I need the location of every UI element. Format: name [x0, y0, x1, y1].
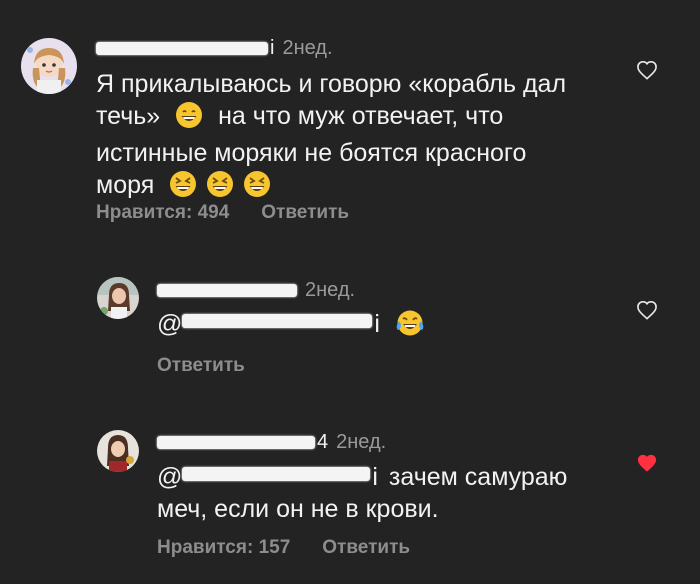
comment-text-fragment: моря	[96, 171, 155, 199]
avatar[interactable]	[21, 38, 77, 94]
redacted-mention[interactable]	[182, 467, 371, 481]
comment-text-line: @ i зачем самураю	[157, 461, 617, 493]
laughing-emoji-icon	[206, 170, 234, 206]
comment-header: 2нед.	[157, 279, 355, 302]
comment-text: @ i зачем самураю меч, если он не в крови…	[157, 461, 617, 525]
comment-text-line: течь» на что муж отвечает, что	[96, 100, 616, 137]
reply-button[interactable]: Ответить	[157, 355, 245, 377]
likes-count[interactable]: Нравится: 157	[157, 537, 290, 559]
comment-header: 4 2нед.	[157, 431, 386, 454]
comment-text-line: Я прикалываюсь и говорю «корабль дал	[96, 70, 567, 98]
comment-actions: Нравится: 157 Ответить	[157, 537, 442, 559]
redacted-mention[interactable]	[182, 314, 373, 328]
avatar[interactable]	[97, 430, 139, 472]
comment-text-line: истинные моряки не боятся красного	[96, 139, 527, 167]
username-tail[interactable]: i	[270, 37, 274, 60]
mention-prefix[interactable]: @	[157, 463, 182, 491]
redacted-username[interactable]	[96, 42, 268, 55]
comment-time: 2нед.	[305, 279, 356, 301]
comment-text-fragment: зачем самураю	[388, 463, 568, 491]
username-tail[interactable]: 4	[317, 431, 328, 454]
comment-text-fragment: на что муж отвечает, что	[218, 102, 504, 130]
comment-text: Я прикалываюсь и говорю «корабль дал теч…	[96, 68, 616, 206]
likes-count[interactable]: Нравится: 494	[96, 202, 229, 224]
comment-actions: Ответить	[157, 355, 277, 377]
comment-time: 2нед.	[336, 431, 387, 453]
comment-header: i 2нед.	[96, 37, 333, 60]
laughing-emoji-icon	[243, 170, 271, 206]
comment-actions: Нравится: 494 Ответить	[96, 202, 381, 224]
reply-button[interactable]: Ответить	[261, 202, 349, 224]
heart-outline-icon[interactable]	[636, 60, 658, 85]
mention-tail[interactable]: i	[372, 463, 378, 491]
reply-button[interactable]: Ответить	[322, 537, 410, 559]
comment-text-line: меч, если он не в крови.	[157, 495, 439, 523]
redacted-username[interactable]	[157, 284, 297, 297]
mention-prefix[interactable]: @	[157, 310, 182, 338]
comment-text-line: моря	[96, 169, 616, 206]
heart-outline-icon[interactable]	[636, 300, 658, 325]
comment-time: 2нед.	[282, 37, 333, 59]
mention-tail[interactable]: i	[374, 310, 380, 338]
comment-text: @ i	[157, 308, 617, 345]
laughing-emoji-icon	[169, 170, 197, 206]
heart-filled-icon[interactable]	[636, 453, 658, 478]
grin-emoji-icon	[175, 101, 203, 137]
avatar[interactable]	[97, 277, 139, 319]
redacted-username[interactable]	[157, 436, 315, 449]
tears-of-joy-emoji-icon	[395, 309, 425, 345]
comment-text-fragment: течь»	[96, 102, 161, 130]
